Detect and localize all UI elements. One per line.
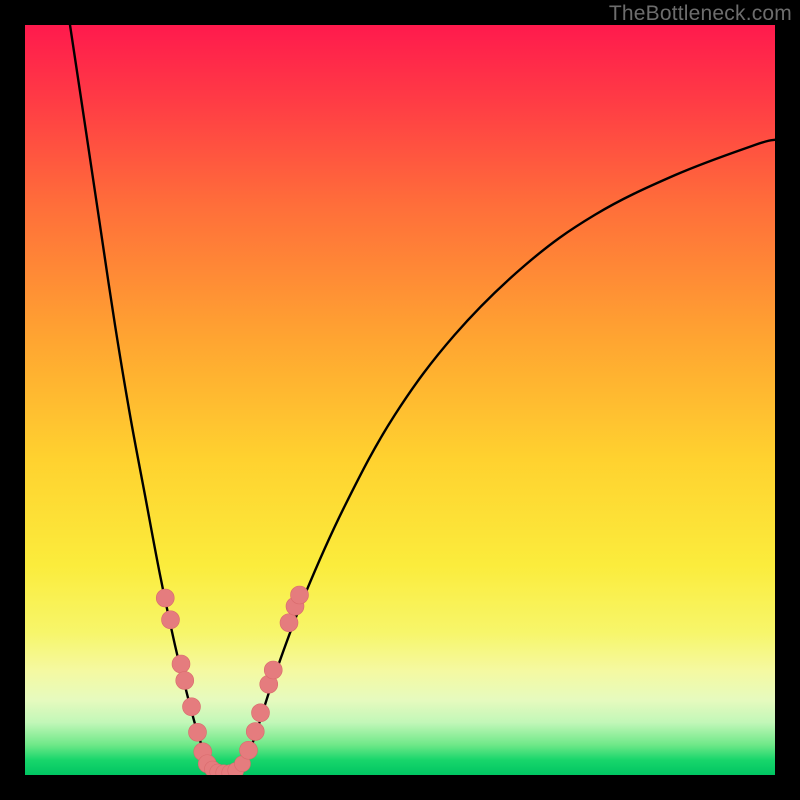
- marker-dot: [183, 698, 201, 716]
- watermark-text: TheBottleneck.com: [609, 2, 792, 26]
- marker-dot: [162, 611, 180, 629]
- marker-dot: [240, 741, 258, 759]
- marker-dot: [252, 704, 270, 722]
- plot-area: [25, 25, 775, 775]
- marker-dot: [172, 655, 190, 673]
- marker-dot: [280, 614, 298, 632]
- marker-dot: [189, 723, 207, 741]
- marker-dot: [246, 723, 264, 741]
- curve-layer: [25, 25, 775, 775]
- marker-dot: [291, 586, 309, 604]
- marker-dot: [176, 672, 194, 690]
- marker-dot: [264, 661, 282, 679]
- marker-cluster: [156, 586, 308, 775]
- marker-dot: [156, 589, 174, 607]
- chart-frame: TheBottleneck.com: [0, 0, 800, 800]
